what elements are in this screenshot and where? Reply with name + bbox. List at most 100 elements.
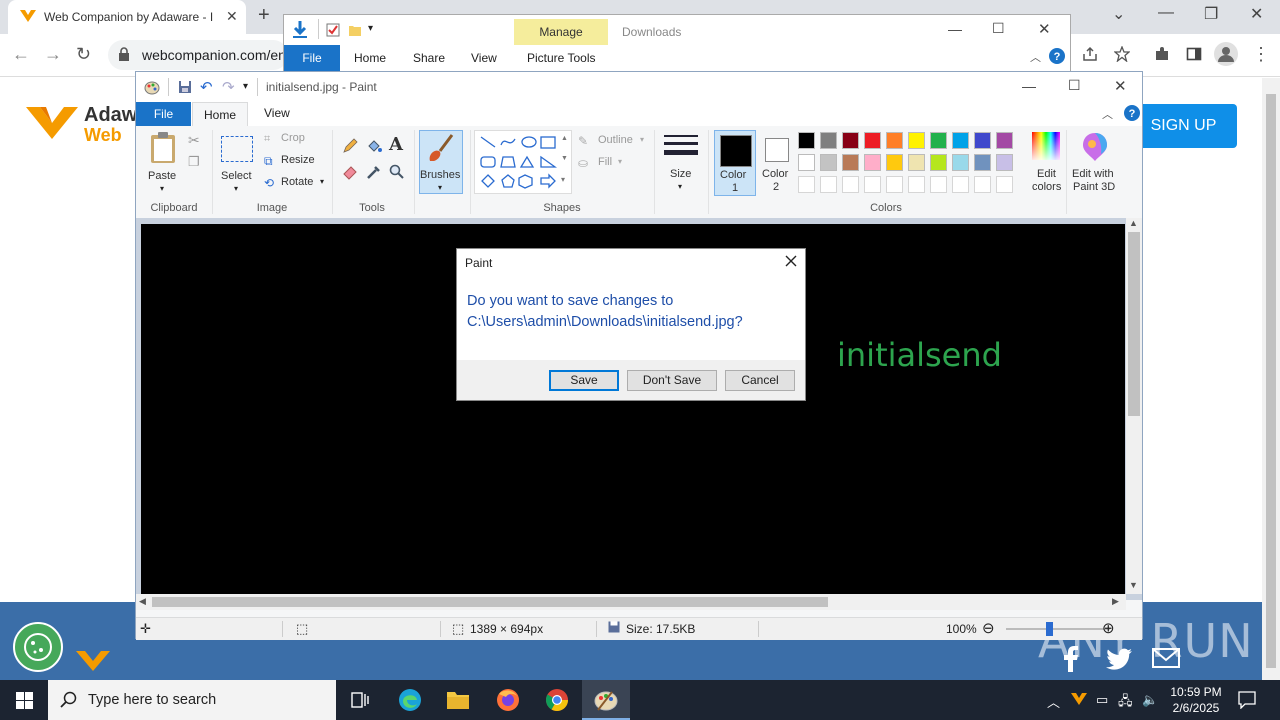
edit-with-paint3d-button[interactable]: Edit with Paint 3D (1070, 130, 1122, 196)
select-button[interactable]: Select ▾ (218, 130, 256, 194)
zoom-out-icon[interactable]: ⊖ (982, 619, 995, 637)
custom-color-slot[interactable] (886, 176, 903, 193)
extensions-puzzle-icon[interactable] (1154, 46, 1170, 62)
color1-button[interactable]: Color 1 (714, 130, 756, 196)
magnifier-icon[interactable] (389, 164, 405, 180)
custom-color-slot[interactable] (842, 176, 859, 193)
cut-icon[interactable]: ✂ (188, 132, 200, 149)
bookmark-star-icon[interactable] (1114, 46, 1130, 62)
start-button[interactable] (0, 680, 48, 720)
help-icon[interactable]: ? (1124, 105, 1140, 121)
paint-tab-file[interactable]: File (136, 102, 191, 126)
palette-color-swatch[interactable] (974, 132, 991, 149)
pencil-icon[interactable] (342, 138, 358, 154)
profile-avatar-icon[interactable] (1214, 42, 1238, 66)
forward-arrow-icon[interactable]: → (44, 44, 62, 65)
palette-color-swatch[interactable] (798, 154, 815, 171)
gallery-up-icon[interactable]: ▲ (561, 135, 568, 142)
taskbar-paint[interactable] (582, 680, 630, 720)
palette-color-swatch[interactable] (996, 154, 1013, 171)
paint-tab-home[interactable]: Home (192, 102, 248, 126)
qat-dropdown-icon[interactable]: ▾ (243, 81, 248, 92)
properties-check-icon[interactable] (326, 23, 340, 37)
network-icon[interactable]: 🖧 (1118, 692, 1133, 714)
palette-color-swatch[interactable] (908, 154, 925, 171)
explorer-close-button[interactable]: ✕ (1038, 20, 1051, 38)
scroll-left-icon[interactable]: ◀ (139, 596, 146, 607)
custom-color-slot[interactable] (908, 176, 925, 193)
help-icon[interactable]: ? (1049, 48, 1065, 64)
taskbar-clock[interactable]: 10:59 PM 2/6/2025 (1160, 684, 1232, 716)
palette-color-swatch[interactable] (864, 132, 881, 149)
undo-icon[interactable]: ↶ (200, 78, 213, 96)
custom-color-slot[interactable] (952, 176, 969, 193)
custom-color-slot[interactable] (864, 176, 881, 193)
volume-icon[interactable]: 🔈 (1142, 692, 1158, 708)
facebook-icon[interactable] (1064, 646, 1078, 672)
taskbar-search-box[interactable]: Type here to search (48, 680, 336, 720)
battery-icon[interactable]: ▭ (1096, 692, 1108, 708)
vertical-scroll-thumb[interactable] (1128, 232, 1140, 416)
explorer-minimize-button[interactable]: — (948, 21, 962, 37)
restore-button[interactable]: ❐ (1204, 4, 1218, 24)
canvas-vertical-scrollbar[interactable]: ▲ ▼ (1126, 218, 1142, 594)
new-folder-icon[interactable] (348, 23, 362, 37)
eraser-icon[interactable] (342, 164, 358, 180)
save-disk-icon[interactable] (178, 80, 192, 94)
reload-icon[interactable]: ↻ (76, 44, 91, 65)
gallery-expand-icon[interactable]: ▾ (561, 175, 565, 184)
side-panel-icon[interactable] (1186, 46, 1202, 62)
cancel-button[interactable]: Cancel (725, 370, 795, 391)
custom-color-slot[interactable] (930, 176, 947, 193)
paint-close-button[interactable]: ✕ (1114, 77, 1127, 95)
custom-color-slot[interactable] (974, 176, 991, 193)
palette-color-swatch[interactable] (798, 132, 815, 149)
taskbar-file-explorer[interactable] (434, 680, 482, 720)
custom-color-slot[interactable] (996, 176, 1013, 193)
dont-save-button[interactable]: Don't Save (627, 370, 717, 391)
ribbon-collapse-icon[interactable]: ︿ (1030, 49, 1041, 65)
share-icon[interactable] (1082, 46, 1098, 62)
dialog-close-button[interactable] (783, 253, 799, 269)
adaware-tray-icon[interactable] (1071, 693, 1087, 705)
explorer-tab-home[interactable]: Home (354, 51, 386, 65)
custom-color-slot[interactable] (798, 176, 815, 193)
zoom-slider-track[interactable] (1006, 628, 1110, 630)
address-bar[interactable]: webcompanion.com/en (108, 40, 288, 70)
scroll-up-icon[interactable]: ▲ (1129, 218, 1138, 228)
cookie-settings-button[interactable] (13, 622, 63, 672)
scroll-right-icon[interactable]: ▶ (1112, 596, 1119, 607)
task-view-button[interactable] (336, 680, 384, 720)
canvas-horizontal-scrollbar[interactable]: ◀ ▶ (136, 594, 1126, 610)
redo-icon[interactable]: ↷ (222, 78, 235, 96)
palette-color-swatch[interactable] (952, 132, 969, 149)
taskbar-firefox[interactable] (484, 680, 532, 720)
minimize-button[interactable]: — (1158, 4, 1174, 22)
edit-colors-button[interactable]: Edit colors (1026, 130, 1066, 196)
show-hidden-icons-icon[interactable]: ︿ (1047, 692, 1060, 711)
paint-minimize-button[interactable]: — (1022, 78, 1036, 94)
menu-kebab-icon[interactable]: ⋮ (1252, 44, 1270, 65)
palette-color-swatch[interactable] (930, 132, 947, 149)
explorer-tab-picture-tools[interactable]: Picture Tools (527, 51, 595, 65)
email-icon[interactable] (1152, 648, 1180, 668)
palette-color-swatch[interactable] (996, 132, 1013, 149)
text-tool-icon[interactable]: A (389, 134, 403, 155)
adaware-logo-icon[interactable] (26, 105, 78, 141)
custom-color-slot[interactable] (820, 176, 837, 193)
paint-maximize-button[interactable]: ☐ (1068, 77, 1081, 94)
close-tab-icon[interactable]: ✕ (226, 8, 238, 25)
palette-color-swatch[interactable] (842, 154, 859, 171)
palette-color-swatch[interactable] (930, 154, 947, 171)
palette-color-swatch[interactable] (952, 154, 969, 171)
explorer-tab-view[interactable]: View (471, 51, 497, 65)
shapes-gallery[interactable]: ▲ ▼ ▾ (474, 130, 572, 194)
signup-button[interactable]: SIGN UP (1130, 104, 1237, 148)
close-window-button[interactable]: ✕ (1250, 4, 1263, 24)
scrollbar-thumb[interactable] (1266, 94, 1276, 668)
palette-color-swatch[interactable] (886, 154, 903, 171)
zoom-slider-thumb[interactable] (1046, 622, 1053, 636)
manage-context-tab[interactable]: Manage (514, 19, 608, 45)
palette-color-swatch[interactable] (908, 132, 925, 149)
size-button[interactable]: Size ▾ (662, 130, 700, 194)
